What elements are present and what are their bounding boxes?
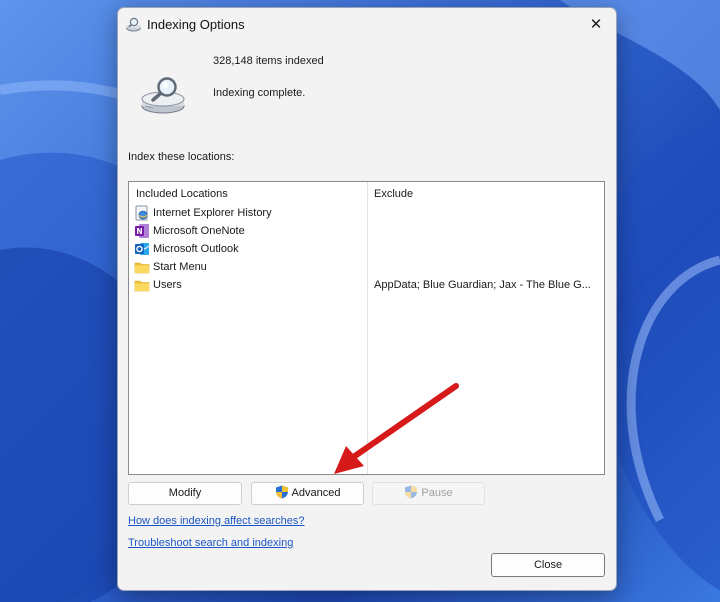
locations-list[interactable]: Included Locations Exclude Internet Expl… bbox=[128, 181, 605, 475]
close-button[interactable]: Close bbox=[491, 553, 605, 577]
locations-label: Index these locations: bbox=[128, 151, 235, 163]
list-item[interactable]: Start Menu bbox=[129, 258, 604, 276]
location-exclude: AppData; Blue Guardian; Jax - The Blue G… bbox=[374, 279, 591, 291]
location-label: Users bbox=[153, 279, 182, 291]
outlook-icon bbox=[135, 243, 150, 255]
indexing-help-link[interactable]: How does indexing affect searches? bbox=[128, 515, 305, 527]
column-header-exclude[interactable]: Exclude bbox=[374, 188, 413, 200]
window-title: Indexing Options bbox=[147, 17, 245, 32]
indexing-options-icon bbox=[126, 17, 141, 32]
onenote-icon: N bbox=[135, 224, 149, 238]
pause-button[interactable]: Pause bbox=[372, 482, 485, 505]
items-indexed-count: 328,148 items indexed bbox=[213, 55, 324, 67]
close-icon[interactable]: ✕ bbox=[582, 12, 610, 37]
list-item[interactable]: N Microsoft OneNote bbox=[129, 222, 604, 240]
advanced-button-label: Advanced bbox=[291, 487, 341, 499]
uac-shield-icon bbox=[405, 485, 418, 499]
magnifier-drive-icon bbox=[141, 77, 185, 114]
advanced-button[interactable]: Advanced bbox=[251, 482, 364, 505]
svg-text:N: N bbox=[136, 227, 142, 236]
list-item[interactable]: Internet Explorer History bbox=[129, 204, 604, 222]
ie-history-icon bbox=[135, 205, 148, 221]
location-label: Microsoft Outlook bbox=[153, 243, 239, 255]
column-header-included[interactable]: Included Locations bbox=[136, 188, 228, 200]
location-label: Microsoft OneNote bbox=[153, 225, 245, 237]
folder-icon bbox=[134, 262, 150, 274]
location-label: Start Menu bbox=[153, 261, 207, 273]
modify-button[interactable]: Modify bbox=[128, 482, 242, 505]
location-label: Internet Explorer History bbox=[153, 207, 272, 219]
uac-shield-icon bbox=[275, 485, 288, 499]
list-item[interactable]: Microsoft Outlook bbox=[129, 240, 604, 258]
troubleshoot-link[interactable]: Troubleshoot search and indexing bbox=[128, 537, 293, 549]
indexing-options-dialog: Indexing Options ✕ 328,148 items indexed… bbox=[117, 7, 617, 591]
title-bar[interactable]: Indexing Options ✕ bbox=[118, 8, 616, 41]
indexing-status: Indexing complete. bbox=[213, 87, 306, 99]
list-item[interactable]: Users AppData; Blue Guardian; Jax - The … bbox=[129, 276, 604, 294]
folder-icon bbox=[134, 280, 150, 292]
pause-button-label: Pause bbox=[421, 487, 453, 499]
